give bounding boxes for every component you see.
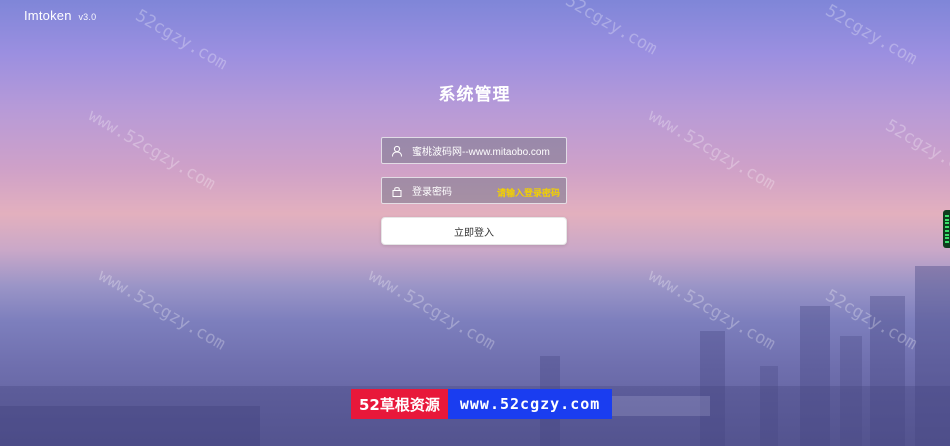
lock-icon — [382, 185, 412, 197]
watermark: 52cgzy.com — [821, 285, 921, 355]
brand-name: Imtoken — [24, 8, 72, 23]
watermark: 52cgzy.com — [131, 5, 231, 75]
password-hint: 请输入登录密码 — [496, 188, 560, 198]
app-brand: Imtoken v3.0 — [24, 8, 96, 23]
user-icon — [382, 145, 412, 157]
watermark: 52cgzy.com — [561, 0, 661, 60]
login-button[interactable]: 立即登入 — [381, 217, 567, 245]
watermark: 52cgzy.com — [881, 115, 950, 185]
banner-right: www.52cgzy.com — [447, 389, 613, 419]
username-field[interactable]: 蜜桃波码网--www.mitaobo.com — [381, 137, 567, 164]
banner-left: 52草根资源 — [351, 389, 448, 419]
watermark: www.52cgzy.com — [84, 105, 219, 195]
watermark: www.52cgzy.com — [644, 265, 779, 355]
login-panel: 系统管理 蜜桃波码网--www.mitaobo.com 登录密码 请输入登录密码… — [381, 80, 568, 245]
side-level-meter[interactable] — [943, 210, 950, 248]
watermark: www.52cgzy.com — [364, 265, 499, 355]
brand-version: v3.0 — [78, 12, 97, 22]
watermark: 52cgzy.com — [821, 0, 921, 70]
watermark: www.52cgzy.com — [644, 105, 779, 195]
page-title: 系统管理 — [438, 85, 511, 104]
username-value: 蜜桃波码网--www.mitaobo.com — [412, 147, 550, 158]
password-field[interactable]: 登录密码 请输入登录密码 — [381, 177, 567, 204]
password-placeholder: 登录密码 — [412, 187, 452, 198]
site-banner[interactable]: 52草根资源 www.52cgzy.com — [351, 389, 613, 419]
watermark: www.52cgzy.com — [94, 265, 229, 355]
